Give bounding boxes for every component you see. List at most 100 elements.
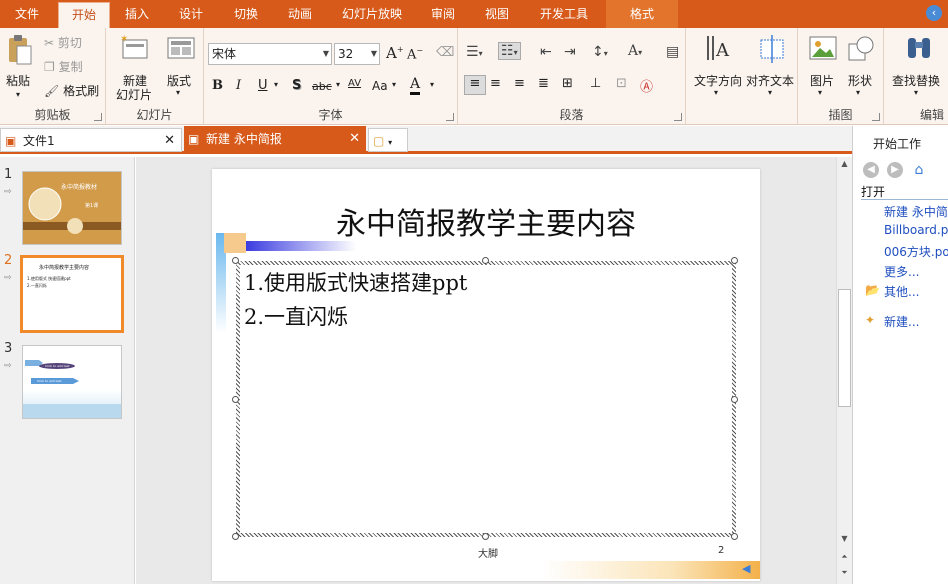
justify-button[interactable]: ≣ [538,76,549,91]
shape-dropdown-icon[interactable]: ▾ [856,88,860,97]
content-text-area[interactable]: 1.使用版式快速搭建ppt 2.一直闪烁 [240,265,732,533]
paste-dropdown-icon[interactable]: ▾ [16,90,20,99]
insert-shape-button[interactable]: 形状 ▾ [844,34,878,100]
tab-format[interactable]: 格式 [606,0,678,28]
tab-insert[interactable]: 插入 [114,0,160,28]
vertical-text-button[interactable]: ⊡ [616,76,627,91]
previous-slide-icon[interactable]: ⏶ [837,550,852,564]
resize-handle-bottom-left[interactable] [232,533,239,540]
resize-handle-top-right[interactable] [731,257,738,264]
strikethrough-button[interactable]: abc [312,80,332,93]
align-text-dropdown-icon[interactable]: ▾ [768,88,772,97]
text-direction-button[interactable]: A 文字方向 ▾ [692,34,742,100]
increase-indent-button[interactable]: ⇥ [564,44,576,60]
paragraph-launcher-icon[interactable] [674,113,682,121]
illustrations-launcher-icon[interactable] [872,113,880,121]
align-bottom-button[interactable]: ⊥ [590,76,601,91]
font-launcher-icon[interactable] [446,113,454,121]
shrink-font-button[interactable]: A− [407,46,423,62]
find-replace-button[interactable]: 查找替换 ▾ [890,34,948,100]
scrollbar-thumb[interactable] [838,289,851,407]
tab-home[interactable]: 开始 [58,2,110,28]
format-painter-button[interactable]: 🖌 格式刷 [44,82,99,99]
next-slide-icon[interactable]: ⏷ [837,566,852,580]
scroll-down-arrow-icon[interactable]: ▼ [837,532,852,546]
tab-design[interactable]: 设计 [168,0,214,28]
numbering-button[interactable]: ☷▾ [498,42,521,60]
font-color-button[interactable]: A [410,76,421,95]
insert-picture-button[interactable]: 图片 ▾ [806,34,840,100]
change-case-dropdown-icon[interactable]: ▾ [392,80,396,89]
char-spacing-button[interactable]: AV [348,78,361,89]
doc-tab-new-presentation[interactable]: ▣ 新建 永中简报 ✕ [184,126,366,152]
cut-button[interactable]: ✂ 剪切 [44,34,82,51]
underline-button[interactable]: U [258,78,268,93]
resize-handle-right[interactable] [731,396,738,403]
line-spacing-button[interactable]: ↕▾ [592,44,608,60]
resize-handle-top[interactable] [482,257,489,264]
bullets-button[interactable]: ☰▾ [466,44,483,60]
underline-dropdown-icon[interactable]: ▾ [274,80,278,89]
clipboard-launcher-icon[interactable] [94,113,102,121]
scroll-up-arrow-icon[interactable]: ▲ [837,157,852,171]
collapse-ribbon-icon[interactable]: ‹ [926,5,942,21]
close-icon[interactable]: ✕ [164,129,175,153]
tab-developer[interactable]: 开发工具 [528,0,600,28]
italic-button[interactable]: I [236,78,241,93]
resize-handle-bottom-right[interactable] [731,533,738,540]
picture-dropdown-icon[interactable]: ▾ [818,88,822,97]
slide-thumbnail-2[interactable]: 永中简报教学主要内容 1.使用版式 快速搭建ppt 2.一直闪烁 [20,255,124,333]
new-document-tab-button[interactable]: ▢ ▾ [368,128,408,152]
distribute-button[interactable]: ⊞ [562,76,573,91]
change-case-button[interactable]: Aa [372,79,388,93]
layout-button[interactable]: 版式 ▾ [164,34,198,100]
recent-file-link-2[interactable]: Billboard.ppt [884,223,948,237]
clear-format-button[interactable]: ⌫ [436,45,454,60]
text-direction-dropdown-icon[interactable]: ▾ [714,88,718,97]
align-right-button[interactable]: ≡ [514,76,525,91]
align-text-button[interactable]: 对齐文本 ▾ [746,34,796,100]
decrease-indent-button[interactable]: ⇤ [540,44,552,60]
layout-dropdown-icon[interactable]: ▾ [176,88,180,97]
bullet-item-1[interactable]: 1.使用版式快速搭建ppt [244,267,467,297]
tab-animations[interactable]: 动画 [277,0,323,28]
shadow-button[interactable]: S [292,78,301,93]
resize-handle-top-left[interactable] [232,257,239,264]
close-icon[interactable]: ✕ [349,126,360,152]
back-icon[interactable]: ◀ [863,162,879,178]
bullet-item-2[interactable]: 2.一直闪烁 [244,301,348,331]
tab-view[interactable]: 视图 [474,0,520,28]
align-center-button[interactable]: ≡ [490,76,501,91]
font-name-combo[interactable]: 宋体 ▼ [208,43,332,65]
tab-transitions[interactable]: 切换 [223,0,269,28]
clear-text-effects-button[interactable]: Ⓐ [640,76,653,95]
strike-dropdown-icon[interactable]: ▾ [336,80,340,89]
columns-button[interactable]: ▤ [666,44,679,60]
vertical-scrollbar[interactable]: ▲ ▼ ⏶ ⏷ [836,157,852,584]
tab-review[interactable]: 审阅 [420,0,466,28]
font-size-combo[interactable]: 32 ▼ [334,43,380,65]
slide-title[interactable]: 永中简报教学主要内容 [212,199,760,243]
text-effects-button[interactable]: A▾ [628,43,642,59]
file-menu[interactable]: 文件 [0,0,54,28]
forward-icon[interactable]: ▶ [887,162,903,178]
more-files-link[interactable]: 更多... [884,263,919,280]
current-slide[interactable]: 永中简报教学主要内容 1.使用版式快速搭建ppt 2.一直闪烁 大脚 2 ◀ [212,169,760,581]
resize-handle-left[interactable] [232,396,239,403]
content-placeholder[interactable]: 1.使用版式快速搭建ppt 2.一直闪烁 [236,261,736,537]
recent-file-link-1[interactable]: 新建 永中简报 [884,203,948,220]
slide-thumbnail-3[interactable]: Click to add text Click to add text [22,345,122,419]
bold-button[interactable]: B [212,78,223,93]
paste-button[interactable]: 粘贴 ▾ [4,32,36,102]
grow-font-button[interactable]: A+ [386,44,404,62]
recent-file-link-3[interactable]: 006方块.pot [884,243,948,260]
new-slide-button[interactable]: ✶ 新建 幻灯片 [114,34,156,102]
font-color-dropdown-icon[interactable]: ▾ [430,80,434,89]
new-file-link[interactable]: 新建... [884,313,919,330]
find-replace-dropdown-icon[interactable]: ▾ [914,88,918,97]
align-left-button[interactable]: ≡ [464,75,486,95]
copy-button[interactable]: ❐ 复制 [44,58,83,75]
tab-slideshow[interactable]: 幻灯片放映 [334,0,410,28]
doc-tab-file1[interactable]: ▣ 文件1 ✕ [0,128,182,152]
open-other-link[interactable]: 其他... [884,283,919,300]
